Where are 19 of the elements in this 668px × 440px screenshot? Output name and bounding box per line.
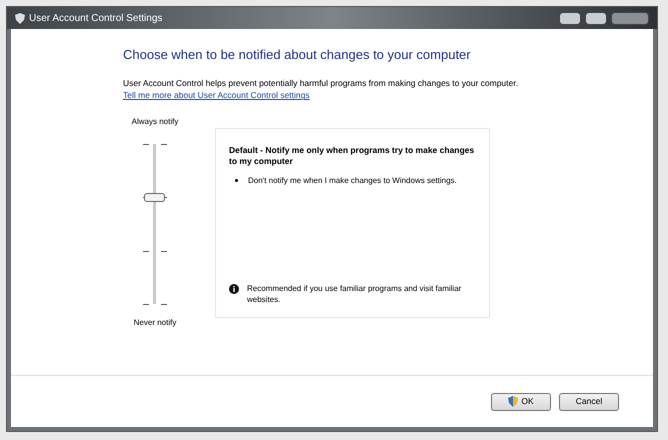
window-title: User Account Control Settings [29, 12, 162, 26]
bullet-text: Don't notify me when I make changes to Windows settings. [248, 175, 457, 186]
info-icon [229, 284, 239, 294]
recommendation-text: Recommended if you use familiar programs and visit familiar websites. [247, 283, 462, 305]
help-link[interactable]: Tell me more about User Account Control settings [123, 89, 310, 102]
ok-button[interactable]: OK [491, 392, 551, 410]
slider-bottom-label: Never notify [134, 317, 176, 329]
bullet-icon [235, 179, 238, 182]
cancel-button[interactable]: Cancel [559, 392, 619, 410]
slider-top-label: Always notify [132, 116, 178, 128]
minimize-button[interactable] [559, 12, 581, 24]
shield-icon [508, 396, 518, 407]
slider-thumb[interactable] [144, 192, 165, 202]
close-button[interactable] [611, 12, 649, 24]
heading: Choose when to be notified about changes to your computer [123, 46, 472, 64]
maximize-button[interactable] [585, 12, 607, 24]
description-title: Default - Notify me only when programs try to make changes to my computer [229, 145, 476, 167]
intro-text: User Account Control helps prevent potentially harmful programs from making changes to your computer. [123, 76, 519, 90]
shield-icon [15, 12, 25, 24]
